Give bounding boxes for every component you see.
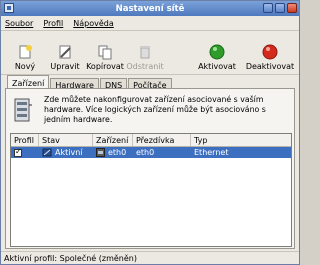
info-box: Zde můžete nakonfigurovat zařízení asoci… [12,95,288,129]
activate-button[interactable]: Aktivovat [197,44,237,71]
deactivate-button[interactable]: Deaktivovat [245,44,295,71]
profile-checkbox[interactable] [14,147,22,157]
deactivate-label: Deaktivovat [245,62,295,71]
new-button[interactable]: Nový [5,44,45,71]
active-status-icon [42,148,52,157]
header-device[interactable]: Zařízení [93,134,133,146]
header-nickname[interactable]: Přezdívka [133,134,191,146]
header-type[interactable]: Typ [191,134,291,146]
activate-icon [209,44,225,60]
edit-button[interactable]: Upravit [45,44,85,71]
close-button[interactable] [287,3,297,13]
header-profile[interactable]: Profil [11,134,39,146]
edit-label: Upravit [50,62,80,71]
nickname-cell: eth0 [136,148,155,157]
copy-button[interactable]: Kopírovat [85,44,125,71]
network-card-icon [14,98,32,122]
ethernet-device-icon [96,148,105,157]
type-cell: Ethernet [194,148,229,157]
device-cell: eth0 [108,148,127,157]
status-cell: Aktivní [55,148,83,157]
table-row[interactable]: Aktivní eth0 eth0 Ethernet [11,147,291,158]
title-bar: Nastavení sítě [1,1,299,16]
menu-profile[interactable]: Profil [43,19,63,28]
devices-table[interactable]: Profil Stav Zařízení Přezdívka Typ Aktiv… [10,133,292,247]
window-title: Nastavení sítě [115,3,185,14]
copy-label: Kopírovat [86,62,124,71]
activate-label: Aktivovat [198,62,236,71]
status-bar: Aktivní profil: Společné (změněn) [1,251,299,264]
delete-icon [137,44,153,60]
devices-panel: Zde můžete nakonfigurovat zařízení asoci… [5,88,295,249]
copy-icon [97,44,113,60]
tab-devices-label: Zařízení [12,78,45,88]
minimize-button[interactable] [263,3,273,13]
toolbar: Nový Upravit Kopírovat Odstranit Aktivov… [1,31,299,75]
new-icon [17,44,33,60]
edit-icon [57,44,73,60]
info-text: Zde můžete nakonfigurovat zařízení asoci… [44,95,266,124]
table-header: Profil Stav Zařízení Přezdívka Typ [11,134,291,147]
network-settings-window: Nastavení sítě Soubor Profil Nápověda No… [0,0,300,265]
delete-button[interactable]: Odstranit [125,44,165,71]
delete-label: Odstranit [126,62,164,71]
window-icon [4,3,14,13]
status-text: Aktivní profil: Společné (změněn) [4,253,137,263]
menu-bar: Soubor Profil Nápověda [1,16,299,31]
maximize-button[interactable] [275,3,285,13]
header-status[interactable]: Stav [39,134,93,146]
menu-help[interactable]: Nápověda [73,19,114,28]
deactivate-icon [262,44,278,60]
new-label: Nový [14,62,36,71]
menu-file[interactable]: Soubor [5,19,33,28]
